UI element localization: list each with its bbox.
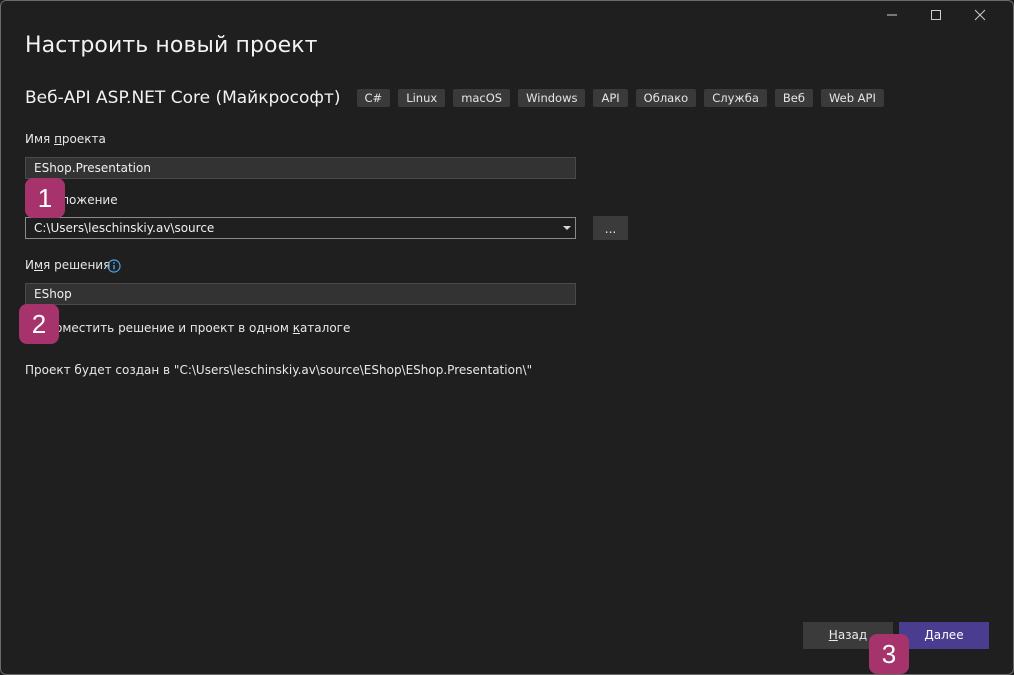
step-marker-2: 2: [19, 304, 59, 344]
maximize-icon: [931, 10, 941, 20]
tag: Облако: [635, 89, 697, 107]
project-name-input[interactable]: EShop.Presentation: [25, 157, 576, 179]
tag: macOS: [453, 89, 511, 107]
tag: API: [593, 89, 628, 107]
tag: C#: [356, 89, 391, 107]
info-icon[interactable]: [107, 258, 121, 277]
tag: Служба: [704, 89, 767, 107]
browse-button[interactable]: ...: [593, 216, 628, 240]
solution-name-label: Имя решения: [25, 258, 111, 272]
location-value: C:\Users\leschinskiy.av\source: [34, 221, 215, 235]
tag: Windows: [518, 89, 586, 107]
close-button[interactable]: [958, 4, 1002, 26]
same-directory-label[interactable]: Поместить решение и проект в одном катал…: [46, 321, 350, 335]
chevron-down-icon[interactable]: [563, 218, 571, 238]
template-header: Веб-API ASP.NET Core (Майкрософт) C# Lin…: [25, 88, 884, 108]
tag: Linux: [398, 89, 446, 107]
template-name: Веб-API ASP.NET Core (Майкрософт): [25, 88, 341, 108]
maximize-button[interactable]: [914, 4, 958, 26]
solution-name-input[interactable]: EShop: [25, 283, 576, 305]
project-name-label: Имя проекта: [25, 132, 106, 146]
tag: Веб: [774, 89, 813, 107]
minimize-button[interactable]: [870, 4, 914, 26]
step-marker-3: 3: [869, 634, 909, 674]
location-combobox[interactable]: C:\Users\leschinskiy.av\source: [25, 217, 576, 239]
project-path-info: Проект будет создан в "C:\Users\leschins…: [25, 363, 533, 377]
next-button[interactable]: Далее: [899, 622, 989, 649]
page-title: Настроить новый проект: [25, 33, 318, 58]
step-marker-1: 1: [25, 178, 65, 218]
window-controls: [870, 4, 1002, 26]
close-icon: [974, 9, 986, 21]
tag: Web API: [820, 89, 884, 107]
minimize-icon: [887, 14, 897, 16]
template-tags: C# Linux macOS Windows API Облако Служба…: [356, 89, 884, 107]
